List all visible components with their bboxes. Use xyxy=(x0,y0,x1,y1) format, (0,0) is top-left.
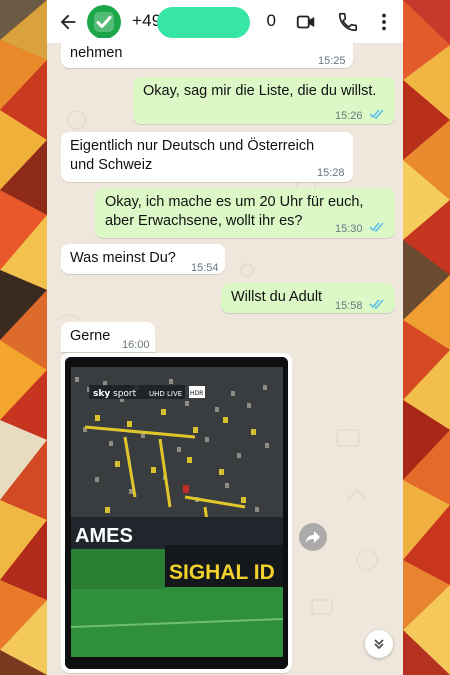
scroll-to-bottom-button[interactable] xyxy=(365,630,393,658)
message-outgoing[interactable]: Okay, ich mache es um 20 Uhr für euch, a… xyxy=(95,188,395,238)
arrow-left-icon[interactable] xyxy=(57,11,79,33)
redaction-mark xyxy=(157,7,250,38)
media-message[interactable]: sky sport UHD LIVE HDR AMES SIGHAL ID xyxy=(61,353,292,673)
message-time: 15:26 xyxy=(335,110,363,122)
message-time: 15:58 xyxy=(335,300,363,312)
message-text-line2: und Schweiz xyxy=(70,157,153,173)
forward-arrow-icon xyxy=(306,531,320,543)
message-incoming[interactable]: Was meinst Du? 15:54 xyxy=(61,244,225,274)
message-text: nehmen xyxy=(70,45,123,61)
left-decorative-border xyxy=(0,0,47,675)
read-receipt-icon xyxy=(369,222,384,232)
video-thumbnail[interactable]: sky sport UHD LIVE HDR AMES SIGHAL ID xyxy=(65,357,288,669)
right-decorative-border xyxy=(403,0,450,675)
message-time: 15:28 xyxy=(317,167,345,179)
check-badge-icon xyxy=(94,12,114,32)
hdr-badge: HDR xyxy=(190,390,203,397)
message-outgoing[interactable]: Willst du Adult 15:58 xyxy=(221,283,395,313)
message-text: Willst du Adult xyxy=(231,289,323,305)
message-text-line2: aber Erwachsene, wollt ihr es? xyxy=(105,213,303,229)
message-text: Okay, sag mir die Liste, die du willst. xyxy=(143,83,377,99)
chat-screen: +49 0 nehmen 15:25 Okay, sag mir die List… xyxy=(47,0,403,675)
uhd-badge: UHD xyxy=(149,390,165,398)
video-camera-icon[interactable] xyxy=(295,11,317,33)
message-text: Was meinst Du? xyxy=(70,250,176,266)
chevron-double-down-icon xyxy=(374,639,384,650)
message-text-line1: Eigentlich nur Deutsch und Österreich xyxy=(70,138,315,154)
live-badge: LIVE xyxy=(167,390,182,398)
message-incoming[interactable]: nehmen 15:25 xyxy=(61,38,353,68)
message-time: 15:54 xyxy=(191,262,219,274)
message-time: 15:25 xyxy=(318,55,346,67)
phone-number-suffix: 0 xyxy=(266,11,277,30)
read-receipt-icon xyxy=(369,109,384,119)
more-vertical-icon[interactable] xyxy=(373,11,395,33)
forward-button[interactable] xyxy=(299,523,327,551)
message-time: 15:30 xyxy=(335,223,363,235)
broadcaster-logo: sky xyxy=(93,389,110,399)
message-incoming[interactable]: Eigentlich nur Deutsch und Österreich un… xyxy=(61,132,353,182)
phone-icon[interactable] xyxy=(337,11,359,33)
ad-board-left: AMES xyxy=(75,525,133,547)
message-text: Gerne xyxy=(70,328,111,344)
stadium-image: sky sport UHD LIVE HDR AMES SIGHAL ID xyxy=(65,357,288,669)
message-outgoing[interactable]: Okay, sag mir die Liste, die du willst. … xyxy=(133,77,395,124)
channel-label: sport xyxy=(113,389,137,399)
contact-avatar[interactable] xyxy=(87,5,121,39)
ad-board-right: SIGHAL ID xyxy=(169,561,275,584)
message-incoming[interactable]: Gerne 16:00 xyxy=(61,322,155,352)
message-text-line1: Okay, ich mache es um 20 Uhr für euch, xyxy=(105,194,364,210)
read-receipt-icon xyxy=(369,299,384,309)
